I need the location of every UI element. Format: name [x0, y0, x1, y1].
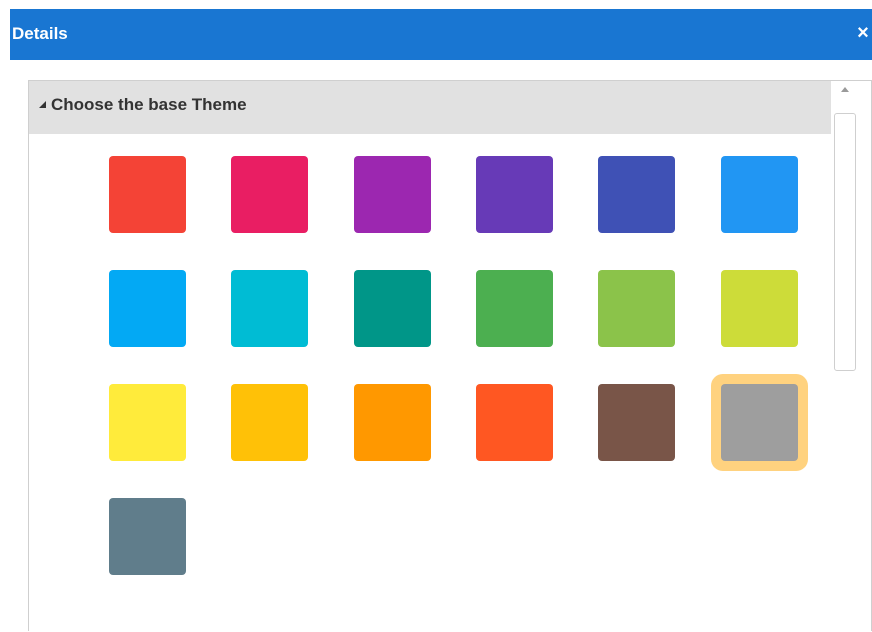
theme-swatch[interactable] [354, 270, 431, 347]
theme-swatch[interactable] [476, 270, 553, 347]
scroll-up-arrow-icon[interactable] [841, 87, 849, 92]
theme-panel: Choose the base Theme [28, 80, 872, 632]
theme-swatch[interactable] [476, 384, 553, 461]
window-left-edge [0, 0, 10, 631]
close-icon[interactable]: × [854, 21, 872, 45]
details-content: Choose the base Theme [10, 60, 872, 632]
scrollbar-thumb[interactable] [834, 113, 856, 371]
theme-swatch[interactable] [721, 384, 798, 461]
theme-swatch[interactable] [721, 270, 798, 347]
theme-swatch-grid [29, 81, 831, 632]
theme-swatch[interactable] [598, 270, 675, 347]
theme-swatch[interactable] [109, 270, 186, 347]
vertical-scrollbar[interactable] [831, 81, 871, 632]
theme-swatch[interactable] [231, 156, 308, 233]
theme-swatch[interactable] [109, 498, 186, 575]
theme-swatch[interactable] [231, 384, 308, 461]
theme-swatch[interactable] [476, 156, 553, 233]
theme-swatch[interactable] [109, 384, 186, 461]
theme-swatch[interactable] [598, 384, 675, 461]
theme-swatch[interactable] [354, 156, 431, 233]
theme-swatch[interactable] [721, 156, 798, 233]
theme-swatch[interactable] [231, 270, 308, 347]
details-title: Details [12, 24, 68, 43]
theme-swatch[interactable] [598, 156, 675, 233]
theme-swatch[interactable] [354, 384, 431, 461]
theme-swatch[interactable] [109, 156, 186, 233]
details-header: Details × [10, 9, 872, 60]
